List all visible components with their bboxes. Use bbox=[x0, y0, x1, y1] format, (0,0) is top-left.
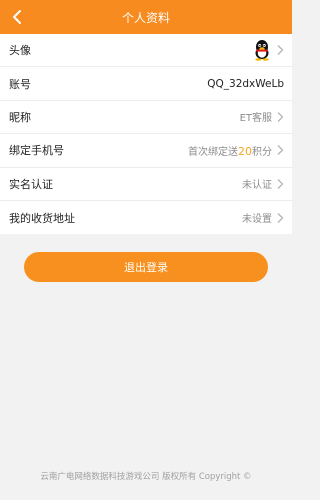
bind-phone-value: 首次绑定送20积分 bbox=[188, 143, 272, 158]
logout-button[interactable]: 退出登录 bbox=[24, 252, 268, 282]
bind-phone-suffix: 积分 bbox=[252, 146, 272, 158]
chevron-right-icon bbox=[276, 178, 284, 190]
profile-list: 头像 账号 QQ_32dxWeLb 昵称 ET客服 绑定手机号 首次绑定送20积… bbox=[0, 34, 292, 235]
avatar bbox=[252, 39, 272, 61]
page-title: 个人资料 bbox=[121, 10, 170, 25]
qq-penguin-icon bbox=[255, 40, 269, 61]
copyright-footer: 云南广电网络数据科技游戏公司 版权所有 Copyright © bbox=[40, 472, 252, 482]
account-value: QQ_32dxWeLb bbox=[207, 77, 284, 90]
chevron-right-icon bbox=[276, 111, 284, 123]
address-label: 我的收货地址 bbox=[9, 211, 75, 225]
chevron-right-icon bbox=[276, 212, 284, 224]
chevron-right-icon bbox=[276, 44, 284, 56]
real-name-label: 实名认证 bbox=[9, 177, 53, 191]
nickname-value: ET客服 bbox=[239, 113, 272, 125]
bind-phone-prefix: 首次绑定送 bbox=[188, 146, 238, 158]
bind-phone-label: 绑定手机号 bbox=[9, 144, 64, 158]
row-address[interactable]: 我的收货地址 未设置 bbox=[0, 201, 292, 234]
row-avatar[interactable]: 头像 bbox=[0, 34, 292, 68]
row-real-name[interactable]: 实名认证 未认证 bbox=[0, 168, 292, 201]
nickname-label: 昵称 bbox=[9, 110, 31, 124]
address-value: 未设置 bbox=[242, 214, 272, 226]
row-account: 账号 QQ_32dxWeLb bbox=[0, 67, 292, 101]
row-nickname[interactable]: 昵称 ET客服 bbox=[0, 101, 292, 135]
avatar-label: 头像 bbox=[9, 44, 31, 58]
logout-container: 退出登录 bbox=[24, 252, 268, 282]
back-button[interactable] bbox=[4, 4, 30, 30]
real-name-value: 未认证 bbox=[242, 180, 272, 192]
row-bind-phone[interactable]: 绑定手机号 首次绑定送20积分 bbox=[0, 134, 292, 168]
back-arrow-icon bbox=[13, 10, 21, 24]
chevron-right-icon bbox=[276, 144, 284, 156]
top-bar: 个人资料 bbox=[0, 0, 292, 34]
bind-phone-points: 20 bbox=[238, 144, 252, 158]
account-label: 账号 bbox=[9, 77, 31, 91]
